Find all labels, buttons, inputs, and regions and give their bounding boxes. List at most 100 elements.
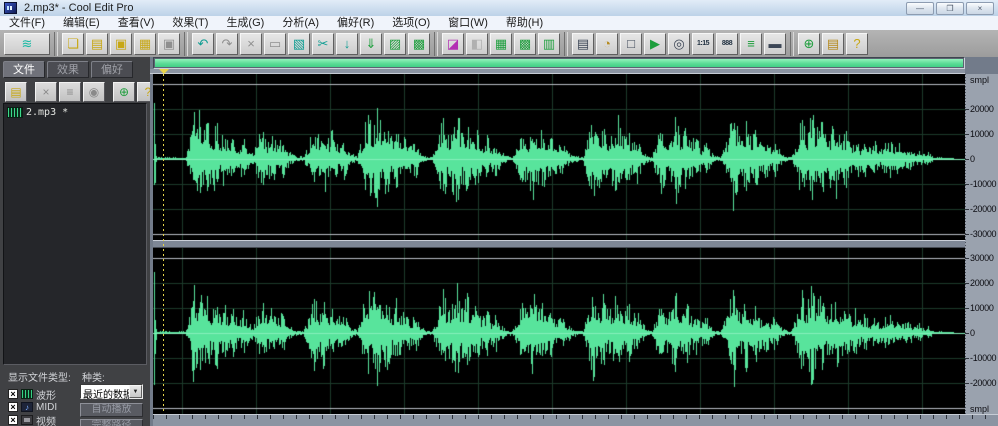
menu-options[interactable]: 选项(O) — [383, 16, 439, 30]
paste-icon: ↓ — [344, 37, 351, 50]
scripts-button[interactable]: ▤ — [822, 33, 844, 55]
new-file-button[interactable]: ❏ — [62, 33, 84, 55]
trim-button[interactable]: ▭ — [264, 33, 286, 55]
file-type-row: 视频 — [8, 414, 56, 426]
playback-cursor-handle[interactable] — [159, 69, 169, 74]
amplitude-scale[interactable]: smpl smpl 20000100000-10000-20000-300003… — [965, 74, 998, 414]
spectral-view-button[interactable]: ◧ — [466, 33, 488, 55]
play-window-button[interactable]: ▶ — [644, 33, 666, 55]
menu-effects[interactable]: 效果(T) — [163, 16, 217, 30]
scale-tick — [965, 209, 969, 210]
minimize-button[interactable]: — — [906, 2, 934, 15]
file-type-label: 波形 — [36, 387, 56, 402]
menu-analyze[interactable]: 分析(A) — [273, 16, 328, 30]
cut-button[interactable]: ✂ — [312, 33, 334, 55]
copy-icon: ▧ — [293, 37, 305, 50]
menu-edit[interactable]: 编辑(E) — [54, 16, 109, 30]
help-button[interactable]: ? — [846, 33, 868, 55]
horizontal-bar-button[interactable]: ▬ — [764, 33, 786, 55]
full-path-button[interactable]: 完整路径 — [80, 419, 143, 426]
file-list[interactable]: 2.mp3* — [3, 103, 147, 365]
titlebar[interactable]: 2.mp3* - Cool Edit Pro —❐× — [0, 0, 998, 17]
paste-button[interactable]: ↓ — [336, 33, 358, 55]
undo-button[interactable]: ↶ — [192, 33, 214, 55]
file-types-label: 显示文件类型: — [8, 369, 71, 384]
close-file-button[interactable]: × — [35, 82, 57, 102]
convert-sample-type-icon: ▦ — [495, 37, 507, 50]
right-channel-waveform[interactable] — [153, 248, 965, 414]
delete-icon: × — [247, 37, 255, 50]
convert-sample-type-button[interactable]: ▦ — [490, 33, 512, 55]
auto-play-button[interactable]: 自动播放 — [80, 403, 143, 417]
insert-cd-button[interactable]: ◉ — [83, 82, 105, 102]
copy-to-new-button[interactable]: ▨ — [384, 33, 406, 55]
settings-button[interactable]: ⊕ — [798, 33, 820, 55]
channel-divider[interactable] — [153, 240, 965, 248]
zoom-window-button[interactable]: ◎ — [668, 33, 690, 55]
checkbox-video[interactable] — [8, 415, 18, 425]
chevron-down-icon[interactable]: ▼ — [129, 385, 142, 398]
insert-multitrack-icon: ≡ — [66, 86, 73, 98]
open-file-button[interactable]: ▤ — [86, 33, 108, 55]
clock-window-button[interactable]: ◔ — [596, 33, 618, 55]
save-copy-button[interactable]: ▣ — [158, 33, 180, 55]
checkbox-midi[interactable] — [8, 402, 18, 412]
tab-effects[interactable]: 效果 — [47, 61, 89, 78]
scale-label: -20000 — [970, 205, 996, 214]
file-item[interactable]: 2.mp3* — [4, 104, 146, 118]
insert-cd-icon: ◉ — [89, 86, 99, 98]
level-meter-button[interactable]: ≡ — [740, 33, 762, 55]
paste-to-new-button[interactable]: ▩ — [408, 33, 430, 55]
save-file-button[interactable]: ▣ — [110, 33, 132, 55]
sort-dropdown[interactable]: 最近的数据 ▼ — [80, 384, 143, 399]
edit-waveform-button[interactable]: ◪ — [442, 33, 464, 55]
paste-to-new-icon: ▩ — [413, 37, 425, 50]
tab-favorites[interactable]: 偏好 — [91, 61, 133, 78]
toolbar-separator — [54, 32, 58, 56]
open-file-button[interactable]: ▤ — [5, 82, 27, 102]
insert-multitrack-button[interactable]: ≡ — [59, 82, 81, 102]
sample-format-button[interactable]: 888 — [716, 33, 738, 55]
menu-view[interactable]: 查看(V) — [109, 16, 164, 30]
mix-paste-button[interactable]: ⇓ — [360, 33, 382, 55]
menu-favorites[interactable]: 偏好(R) — [328, 16, 383, 30]
tab-files[interactable]: 文件 — [3, 61, 45, 78]
left-channel-waveform[interactable] — [153, 74, 965, 240]
save-file-icon: ▣ — [115, 37, 127, 50]
sort-options-icon: ⊕ — [119, 86, 129, 98]
open-file-icon: ▤ — [91, 37, 103, 50]
cue-list-button[interactable]: ▤ — [572, 33, 594, 55]
copy-button[interactable]: ▧ — [288, 33, 310, 55]
sort-options-button[interactable]: ⊕ — [113, 82, 135, 102]
menu-window[interactable]: 窗口(W) — [439, 16, 497, 30]
save-as-button[interactable]: ▦ — [134, 33, 156, 55]
menu-generate[interactable]: 生成(G) — [217, 16, 273, 30]
menu-help[interactable]: 帮助(H) — [497, 16, 552, 30]
monitor-window-button[interactable]: □ — [620, 33, 642, 55]
overview-scrollbar[interactable] — [153, 57, 965, 69]
group-convert-button[interactable]: ▥ — [538, 33, 560, 55]
scale-label: 10000 — [970, 304, 994, 313]
checkbox-waveform[interactable] — [8, 389, 18, 399]
menu-file[interactable]: 文件(F) — [0, 16, 54, 30]
copy-to-new-icon: ▨ — [389, 37, 401, 50]
redo-button[interactable]: ↷ — [216, 33, 238, 55]
scale-tick — [965, 184, 969, 185]
scale-label: -10000 — [970, 354, 996, 363]
time-format-button[interactable]: 1:15 — [692, 33, 714, 55]
restore-button[interactable]: ❐ — [936, 2, 964, 15]
scale-tick — [965, 134, 969, 135]
file-name: 2.mp3 — [26, 107, 56, 118]
multitrack-view-button[interactable]: ≋ — [4, 33, 50, 55]
delete-button[interactable]: × — [240, 33, 262, 55]
close-button[interactable]: × — [966, 2, 994, 15]
batch-convert-icon: ▩ — [519, 37, 531, 50]
convert-group: ◪◧ ▦ ▩ ▥ — [441, 33, 561, 55]
batch-convert-button[interactable]: ▩ — [514, 33, 536, 55]
timeline-ruler[interactable] — [153, 414, 998, 426]
menubar: 文件(F)编辑(E)查看(V)效果(T)生成(G)分析(A)偏好(R)选项(O)… — [0, 16, 998, 31]
scale-tick — [965, 159, 969, 160]
settings-icon: ⊕ — [804, 37, 815, 50]
overview-scrollbar-thumb[interactable] — [155, 59, 963, 67]
waveform-file-icon — [7, 107, 23, 118]
